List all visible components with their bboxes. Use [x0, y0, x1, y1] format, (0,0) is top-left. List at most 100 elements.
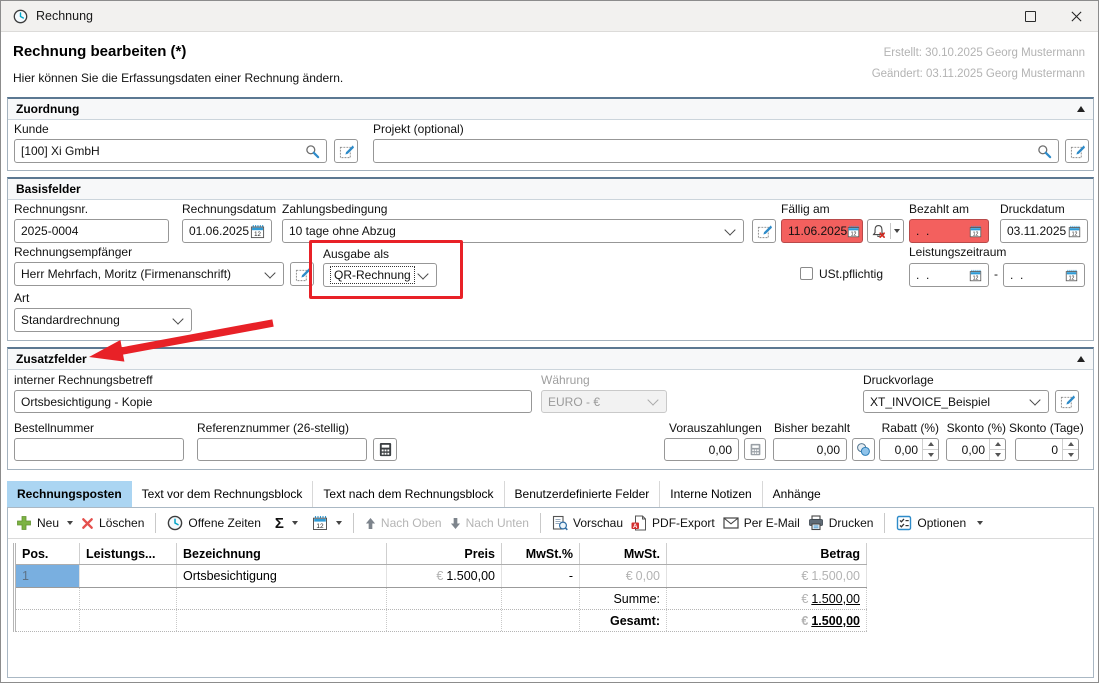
search-icon[interactable] [1037, 144, 1052, 159]
bezahlt-am-input[interactable]: . . [909, 219, 989, 243]
search-icon[interactable] [305, 144, 320, 159]
toolbar-separator [540, 513, 541, 533]
skonto-prozent-spinner[interactable]: 0,00 [946, 438, 1006, 461]
close-icon [1070, 10, 1083, 23]
referenznummer-calc-button[interactable] [373, 438, 397, 461]
spinner-buttons[interactable] [922, 439, 938, 460]
pdf-export-button[interactable]: PDF-Export [631, 515, 715, 531]
tab-text-vor-rechnungsblock[interactable]: Text vor dem Rechnungsblock [132, 481, 314, 507]
pdf-export-label: PDF-Export [652, 516, 715, 530]
preis-cell[interactable]: €1.500,00 [387, 565, 502, 587]
calendar-icon[interactable] [969, 225, 982, 238]
bezeichnung-cell[interactable]: Ortsbesichtigung [177, 565, 387, 587]
app-clock-icon [13, 9, 28, 24]
calendar-icon[interactable] [250, 224, 265, 239]
referenznummer-input[interactable] [197, 438, 367, 461]
tab-benutzerdefinierte-felder[interactable]: Benutzerdefinierte Felder [505, 481, 661, 507]
datum-dropdown-button[interactable] [336, 521, 342, 525]
betreff-label: interner Rechnungsbetreff [14, 373, 153, 387]
leistungsdatum-cell[interactable] [80, 565, 177, 587]
calendar-icon[interactable] [969, 269, 982, 282]
kunde-edit-button[interactable] [334, 139, 358, 163]
summe-dropdown-button[interactable] [292, 521, 298, 525]
offene-zeiten-button[interactable]: Offene Zeiten [167, 515, 261, 531]
zahlungsbedingung-edit-button[interactable] [752, 219, 776, 243]
leistungszeitraum-bis-input[interactable]: . . [1003, 263, 1085, 287]
betrag-cell[interactable]: €1.500,00 [667, 565, 867, 587]
table-row[interactable]: 1 Ortsbesichtigung €1.500,00 - €0,00 €1.… [16, 565, 867, 588]
vorschau-button[interactable]: Vorschau [552, 515, 623, 531]
art-label: Art [14, 291, 29, 305]
neu-dropdown-button[interactable] [67, 521, 73, 525]
neu-button[interactable]: Neu [16, 515, 59, 531]
calendar-icon[interactable] [847, 225, 860, 238]
bestellnummer-input[interactable] [14, 438, 184, 461]
betreff-input[interactable]: Ortsbesichtigung - Kopie [14, 390, 532, 413]
leistungszeitraum-von-input[interactable]: . . [909, 263, 989, 287]
rechnungsnr-input[interactable]: 2025-0004 [14, 219, 169, 243]
mwst-cell[interactable]: €0,00 [580, 565, 667, 587]
kunde-input[interactable]: [100] Xi GmbH [14, 139, 327, 163]
bisher-bezahlt-payments-button[interactable] [852, 438, 875, 461]
skonto-prozent-value: 0,00 [962, 443, 989, 457]
positions-toolbar: Neu Löschen Offene Zeiten Σ Nach Oben Na… [8, 508, 1093, 539]
rechnungsdatum-input[interactable]: 01.06.2025 [182, 219, 272, 243]
per-email-button[interactable]: Per E-Mail [723, 516, 800, 530]
bestellnummer-label: Bestellnummer [14, 421, 94, 435]
druckvorlage-edit-button[interactable] [1055, 390, 1079, 413]
edit-icon [757, 224, 772, 239]
druckdatum-value: 03.11.2025 [1007, 224, 1066, 238]
tab-bar: Rechnungsposten Text vor dem Rechnungsbl… [7, 481, 831, 507]
tab-rechnungsposten[interactable]: Rechnungsposten [7, 481, 132, 507]
vorauszahlungen-input[interactable]: 0,00 [664, 438, 739, 461]
pos-cell[interactable]: 1 [16, 565, 80, 587]
rabatt-spinner[interactable]: 0,00 [879, 438, 939, 461]
header-betrag: Betrag [667, 543, 867, 564]
vorauszahlungen-label: Vorauszahlungen [669, 421, 762, 435]
skonto-tage-spinner[interactable]: 0 [1015, 438, 1079, 461]
summe-funktion-button[interactable]: Σ [275, 515, 284, 532]
calendar-icon[interactable] [1068, 225, 1081, 238]
calendar-icon[interactable] [1065, 269, 1078, 282]
bezahlt-am-label: Bezahlt am [909, 202, 969, 216]
gesamt-cell: €1.500,00 [667, 610, 867, 631]
bisher-bezahlt-input[interactable]: 0,00 [773, 438, 847, 461]
tab-interne-notizen[interactable]: Interne Notizen [660, 481, 762, 507]
preview-icon [552, 515, 568, 531]
collapse-zusatzfelder-icon[interactable] [1077, 356, 1085, 362]
rechnungsempfaenger-label: Rechnungsempfänger [14, 245, 132, 259]
close-button[interactable] [1053, 1, 1099, 31]
drucken-button[interactable]: Drucken [808, 515, 874, 531]
section-zuordnung-header: Zuordnung [8, 99, 1093, 120]
summe-cell: €1.500,00 [667, 588, 867, 609]
tab-anhaenge[interactable]: Anhänge [763, 481, 831, 507]
projekt-input[interactable] [373, 139, 1059, 163]
spinner-buttons[interactable] [1062, 439, 1078, 460]
nach-unten-label: Nach Unten [466, 516, 529, 530]
chevron-down-icon [1029, 394, 1040, 405]
faellig-am-input[interactable]: 11.06.2025 [781, 219, 863, 243]
calendar-icon [312, 515, 328, 531]
optionen-button[interactable]: Optionen [896, 515, 983, 531]
vorauszahlungen-calc-button[interactable] [744, 438, 766, 460]
loeschen-button[interactable]: Löschen [81, 516, 144, 530]
tab-text-nach-rechnungsblock[interactable]: Text nach dem Rechnungsblock [313, 481, 504, 507]
arrow-up-icon [365, 517, 376, 530]
optionen-label: Optionen [917, 516, 966, 530]
title-bar[interactable]: Rechnung [1, 1, 1098, 32]
ust-pflichtig-checkbox[interactable] [800, 267, 813, 280]
datum-button[interactable] [312, 515, 328, 531]
vorschau-label: Vorschau [573, 516, 623, 530]
spinner-buttons[interactable] [989, 439, 1005, 460]
druckvorlage-combo[interactable]: XT_INVOICE_Beispiel [863, 390, 1049, 413]
druckdatum-input[interactable]: 03.11.2025 [1000, 219, 1088, 243]
drucken-label: Drucken [829, 516, 874, 530]
rechnungsempfaenger-combo[interactable]: Herr Mehrfach, Moritz (Firmenanschrift) [14, 262, 284, 286]
collapse-zuordnung-icon[interactable] [1077, 106, 1085, 112]
maximize-button[interactable] [1007, 1, 1053, 31]
projekt-edit-button[interactable] [1065, 139, 1089, 163]
window-title: Rechnung [36, 9, 93, 23]
reminder-bell-button[interactable] [867, 219, 904, 243]
calculator-icon [749, 443, 762, 456]
mwst-prozent-cell[interactable]: - [502, 565, 580, 587]
